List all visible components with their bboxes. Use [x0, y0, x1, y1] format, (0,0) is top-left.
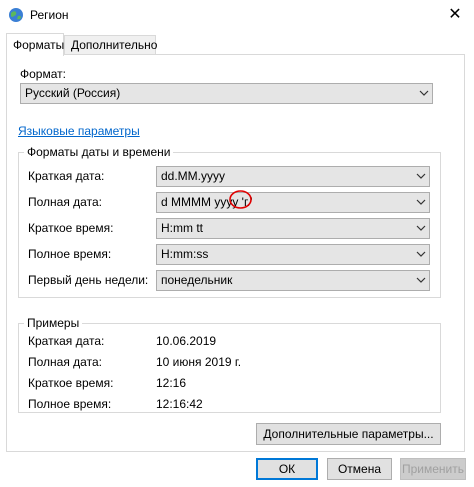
- close-icon: ✕: [448, 6, 462, 23]
- short-time-select[interactable]: H:mm tt: [156, 218, 430, 239]
- example-long-date-value: 10 июня 2019 г.: [156, 355, 242, 369]
- long-date-label: Полная дата:: [28, 195, 102, 209]
- annotation-circle: [229, 190, 252, 209]
- short-time-label: Краткое время:: [28, 221, 114, 235]
- globe-icon: [9, 8, 23, 22]
- chevron-down-icon: [416, 251, 426, 257]
- format-select-value: Русский (Россия): [25, 86, 121, 100]
- tab-additional[interactable]: Дополнительно: [64, 35, 157, 55]
- chevron-down-icon: [416, 277, 426, 283]
- example-short-time-label: Краткое время:: [28, 376, 114, 390]
- long-date-select[interactable]: d MMMM yyyy 'г.': [156, 192, 430, 213]
- formats-panel: Формат: Русский (Россия) Языковые параме…: [6, 54, 465, 452]
- long-time-select[interactable]: H:mm:ss: [156, 244, 430, 265]
- short-date-value: dd.MM.yyyy: [161, 169, 226, 183]
- cancel-button[interactable]: Отмена: [327, 458, 392, 480]
- chevron-down-icon: [419, 90, 429, 96]
- long-time-label: Полное время:: [28, 247, 112, 261]
- chevron-down-icon: [416, 199, 426, 205]
- advanced-settings-button[interactable]: Дополнительные параметры...: [256, 423, 441, 445]
- long-time-value: H:mm:ss: [161, 247, 209, 261]
- first-day-of-week-label: Первый день недели:: [28, 273, 149, 287]
- chevron-down-icon: [416, 173, 426, 179]
- example-long-time-label: Полное время:: [28, 397, 112, 411]
- short-date-select[interactable]: dd.MM.yyyy: [156, 166, 430, 187]
- examples-title: Примеры: [24, 316, 83, 330]
- language-settings-link[interactable]: Языковые параметры: [18, 124, 140, 138]
- tab-formats[interactable]: Форматы: [6, 33, 64, 56]
- examples-group: Примеры Краткая дата: 10.06.2019 Полная …: [18, 316, 441, 413]
- date-time-formats-group: Форматы даты и времени Краткая дата: dd.…: [18, 145, 441, 298]
- example-long-date-label: Полная дата:: [28, 355, 102, 369]
- short-time-value: H:mm tt: [161, 221, 203, 235]
- close-button[interactable]: ✕: [442, 4, 468, 26]
- window-title: Регион: [30, 8, 69, 22]
- first-day-of-week-value: понедельник: [161, 273, 233, 287]
- format-select[interactable]: Русский (Россия): [20, 83, 433, 104]
- short-date-label: Краткая дата:: [28, 169, 105, 183]
- chevron-down-icon: [416, 225, 426, 231]
- ok-button[interactable]: ОК: [256, 458, 318, 480]
- first-day-of-week-select[interactable]: понедельник: [156, 270, 430, 291]
- example-short-time-value: 12:16: [156, 376, 187, 390]
- date-time-formats-title: Форматы даты и времени: [24, 145, 174, 159]
- title-bar: Регион ✕: [0, 0, 474, 30]
- example-short-date-label: Краткая дата:: [28, 334, 105, 348]
- example-long-time-value: 12:16:42: [156, 397, 203, 411]
- example-short-date-value: 10.06.2019: [156, 334, 217, 348]
- apply-button[interactable]: Применить: [400, 458, 466, 480]
- format-label: Формат:: [20, 67, 66, 81]
